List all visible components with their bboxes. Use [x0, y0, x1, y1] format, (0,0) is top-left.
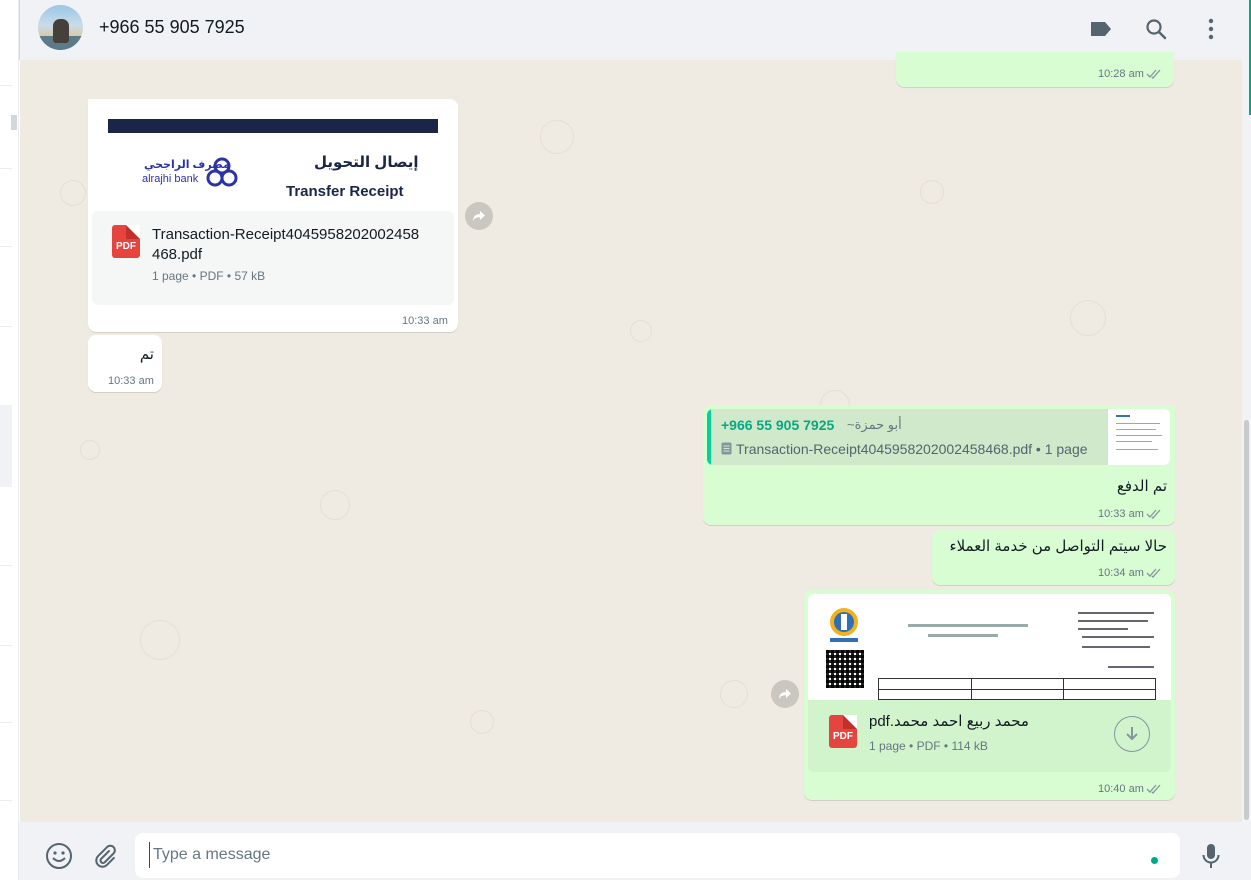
emoji-icon[interactable] [44, 841, 74, 871]
chat-list-edge [0, 0, 19, 880]
document-preview[interactable]: إيصال التحويل Transfer Receipt مصرف الرا… [92, 103, 454, 211]
quoted-alias: ~أبو حمزة [847, 417, 902, 432]
microphone-icon[interactable] [1196, 841, 1226, 871]
preview-line [1082, 646, 1150, 648]
double-check-icon [1146, 568, 1161, 579]
bank-name-ar: مصرف الراجحي [144, 159, 230, 171]
qr-code-icon [826, 650, 864, 688]
preview-line [1078, 628, 1128, 630]
quoted-sender: +966 55 905 7925 [721, 417, 835, 433]
message-bubble-outgoing[interactable]: +966 55 905 7925 ~أبو حمزة Transaction-R… [703, 405, 1175, 525]
message-time: 10:33 am [108, 375, 154, 387]
pdf-icon: PDF [112, 225, 140, 258]
document-name[interactable]: Transaction-Receipt4045958202002458 468.… [152, 225, 419, 265]
divider [0, 168, 12, 169]
preview-line [928, 634, 998, 637]
attach-icon[interactable] [90, 841, 120, 871]
message-bubble-incoming[interactable]: تم 10:33 am [88, 335, 162, 392]
message-text: حالا سيتم التواصل من خدمة العملاء [949, 538, 1167, 555]
document-meta: 1 page • PDF • 57 kB [152, 269, 266, 283]
divider [0, 800, 12, 801]
document-icon [721, 442, 732, 455]
composer-bar [19, 822, 1251, 880]
message-input-box[interactable] [135, 833, 1180, 878]
quoted-document-thumbnail [1108, 409, 1170, 465]
preview-line [1108, 666, 1154, 668]
preview-title-en: Transfer Receipt [286, 183, 404, 200]
message-input[interactable] [149, 842, 1129, 868]
chat-header: +966 55 905 7925 [19, 0, 1249, 60]
forward-icon[interactable] [465, 202, 493, 230]
label-icon[interactable] [1087, 15, 1115, 43]
pdf-icon: PDF [829, 715, 857, 748]
divider [0, 565, 12, 566]
preview-table [878, 678, 1156, 700]
quoted-document: Transaction-Receipt4045958202002458468.p… [721, 441, 1088, 457]
preview-line [1082, 636, 1154, 638]
scrollbar-thumb[interactable] [1244, 420, 1249, 820]
message-bubble-outgoing[interactable]: حالا سيتم التواصل من خدمة العملاء 10:34 … [932, 530, 1175, 585]
document-card[interactable]: PDF Transaction-Receipt4045958202002458 … [92, 211, 454, 305]
document-meta: 1 page • PDF • 114 kB [869, 739, 988, 753]
message-time: 10:34 am [1098, 567, 1163, 579]
download-icon[interactable] [1114, 716, 1150, 752]
company-logo-icon [826, 606, 862, 651]
preview-line [1078, 620, 1148, 622]
forward-icon[interactable] [771, 680, 799, 708]
quote-bar [707, 409, 711, 465]
status-dot [1151, 857, 1158, 864]
preview-line [908, 624, 1028, 627]
divider [0, 246, 12, 247]
preview-title-ar: إيصال التحويل [314, 154, 419, 171]
divider [0, 326, 12, 327]
contact-name[interactable]: +966 55 905 7925 [99, 17, 245, 38]
divider [0, 85, 12, 86]
message-bubble-incoming[interactable]: إيصال التحويل Transfer Receipt مصرف الرا… [88, 99, 458, 332]
message-text: تم الدفع [1116, 478, 1167, 495]
selected-chat-item[interactable] [0, 405, 12, 487]
divider [0, 645, 12, 646]
double-check-icon [1146, 69, 1161, 80]
document-preview[interactable] [808, 594, 1171, 700]
message-time: 10:33 am [1098, 508, 1163, 520]
document-name[interactable]: محمد ربيع احمد محمد.pdf [869, 712, 1029, 732]
scroll-marker [11, 115, 17, 130]
double-check-icon [1146, 784, 1161, 795]
quoted-message[interactable]: +966 55 905 7925 ~أبو حمزة Transaction-R… [707, 409, 1170, 465]
avatar-figure [53, 19, 69, 43]
preview-line [1078, 612, 1154, 614]
double-check-icon [1146, 509, 1161, 520]
bank-name-en: alrajhi bank [142, 173, 199, 185]
preview-banner [108, 119, 438, 133]
search-icon[interactable] [1142, 15, 1170, 43]
avatar[interactable] [38, 5, 83, 50]
message-text: تم [139, 346, 154, 363]
message-time: 10:40 am [1098, 783, 1163, 795]
message-time: 10:33 am [402, 315, 448, 327]
divider [0, 722, 12, 723]
document-card[interactable]: PDF محمد ربيع احمد محمد.pdf 1 page • PDF… [808, 700, 1171, 772]
menu-icon[interactable] [1197, 15, 1225, 43]
message-time: 10:28 am [1098, 68, 1163, 80]
message-bubble-outgoing[interactable]: PDF محمد ربيع احمد محمد.pdf 1 page • PDF… [804, 590, 1175, 800]
message-bubble-outgoing[interactable]: 10:28 am [896, 52, 1174, 87]
